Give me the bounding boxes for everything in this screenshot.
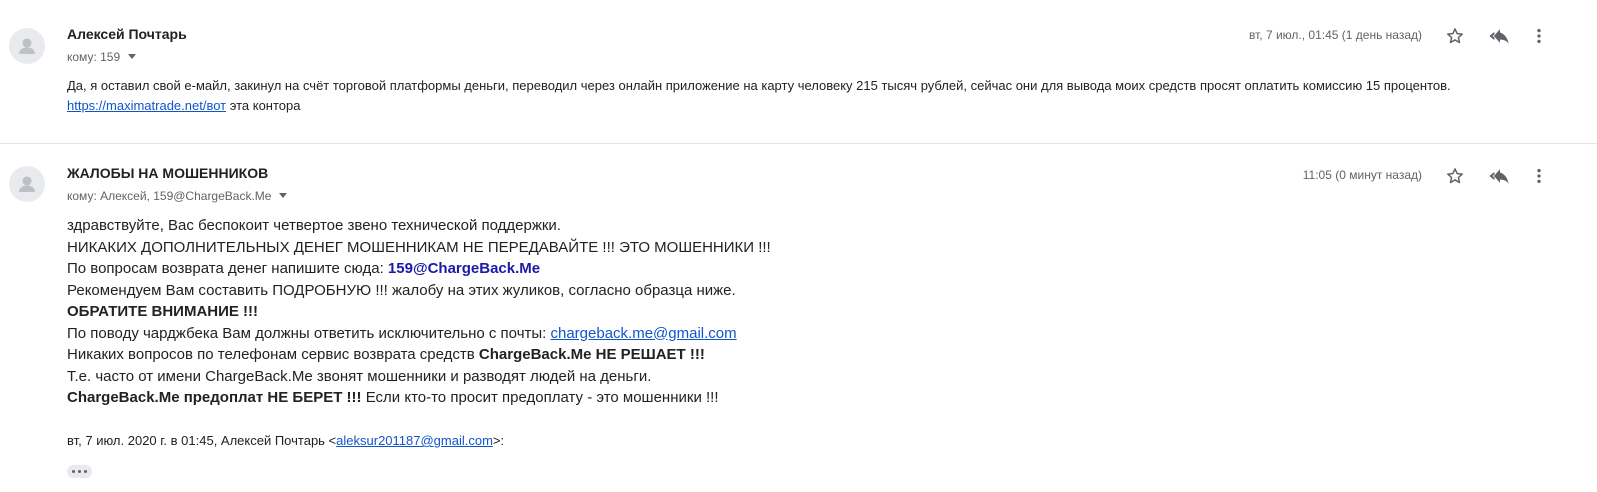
body-text-after-link: эта контора [226, 98, 301, 113]
support-email: 159@ChargeBack.Me [387, 260, 541, 277]
show-trimmed-content-button[interactable] [67, 465, 92, 478]
body-text: По вопросам возврата денег напишите сюда… [67, 260, 388, 277]
body-line: ОБРАТИТЕ ВНИМАНИЕ !!! [67, 301, 1537, 323]
recipients-toggle[interactable]: кому: Алексей, 159@ChargeBack.Me [67, 189, 288, 203]
sender-avatar[interactable] [9, 28, 45, 64]
body-text: Если кто-то просит предоплату - это моше… [361, 389, 719, 406]
body-text: По поводу чарджбека Вам должны ответить … [67, 324, 551, 342]
quoted-message-header: вт, 7 июл. 2020 г. в 01:45, Алексей Почт… [67, 433, 504, 448]
reply-all-icon [1489, 169, 1509, 184]
reply-all-button[interactable] [1487, 24, 1511, 48]
body-line: здравствуйте, Вас беспокоит четвертое зв… [67, 217, 561, 234]
person-icon [19, 176, 35, 192]
more-options-button[interactable] [1527, 164, 1551, 188]
body-link[interactable]: https://maximatrade.net/вот [67, 98, 226, 113]
recipients-toggle[interactable]: кому: 159 [67, 50, 137, 64]
body-line: Рекомендуем Вам составить ПОДРОБНУЮ !!! … [67, 281, 736, 299]
message-date: 11:05 (0 минут назад) [1302, 168, 1422, 182]
body-text: Да, я оставил свой е-майл, закинул на сч… [67, 78, 1451, 93]
message-body: Да, я оставил свой е-майл, закинул на сч… [67, 76, 1537, 116]
recipients-label: кому: Алексей, 159@ChargeBack.Me [67, 189, 272, 203]
reply-all-button[interactable] [1487, 164, 1511, 188]
body-bold-text: ChargeBack.Me НЕ РЕШАЕТ !!! [478, 346, 705, 363]
sender-name[interactable]: ЖАЛОБЫ НА МОШЕННИКОВ [67, 165, 268, 181]
sender-name[interactable]: Алексей Почтарь [67, 26, 187, 42]
ellipsis-icon [84, 470, 87, 473]
star-button[interactable] [1443, 24, 1467, 48]
body-line: ChargeBack.Me предоплат НЕ БЕРЕТ !!! Есл… [67, 387, 1537, 409]
more-options-button[interactable] [1527, 24, 1551, 48]
more-vert-icon [1537, 168, 1541, 184]
body-bold-text: ChargeBack.Me предоплат НЕ БЕРЕТ !!! [67, 389, 362, 406]
chevron-down-icon[interactable] [279, 193, 288, 198]
reply-all-icon [1489, 29, 1509, 44]
body-text: Никаких вопросов по телефонам сервис воз… [67, 346, 479, 363]
quote-email-link[interactable]: aleksur201187@gmail.com [336, 433, 493, 448]
message-body: здравствуйте, Вас беспокоит четвертое зв… [67, 215, 1537, 409]
star-button[interactable] [1443, 164, 1467, 188]
ellipsis-icon [78, 470, 81, 473]
person-icon [19, 38, 35, 54]
body-line: Т.е. часто от имени ChargeBack.Me звонят… [67, 367, 652, 385]
more-vert-icon [1537, 28, 1541, 44]
star-icon [1447, 168, 1463, 184]
email-thread: Алексей Почтарь кому: 159 вт, 7 июл., 01… [0, 0, 1597, 492]
star-icon [1447, 28, 1463, 44]
message-2: ЖАЛОБЫ НА МОШЕННИКОВ кому: Алексей, 159@… [0, 144, 1597, 492]
sender-avatar[interactable] [9, 166, 45, 202]
body-line: Никаких вопросов по телефонам сервис воз… [67, 344, 1537, 366]
body-line: НИКАКИХ ДОПОЛНИТЕЛЬНЫХ ДЕНЕГ МОШЕННИКАМ … [67, 238, 771, 256]
chevron-down-icon[interactable] [128, 54, 137, 59]
body-bold-text: ОБРАТИТЕ ВНИМАНИЕ !!! [67, 303, 259, 320]
quote-text: вт, 7 июл. 2020 г. в 01:45, Алексей Почт… [67, 433, 337, 448]
ellipsis-icon [72, 470, 75, 473]
email-link[interactable]: chargeback.me@gmail.com [551, 325, 737, 342]
body-line: По поводу чарджбека Вам должны ответить … [67, 323, 1537, 345]
message-1: Алексей Почтарь кому: 159 вт, 7 июл., 01… [0, 0, 1597, 144]
quote-text-after: >: [492, 433, 505, 448]
body-line: По вопросам возврата денег напишите сюда… [67, 258, 1537, 280]
message-date: вт, 7 июл., 01:45 (1 день назад) [1249, 28, 1422, 42]
recipients-label: кому: 159 [67, 50, 121, 64]
